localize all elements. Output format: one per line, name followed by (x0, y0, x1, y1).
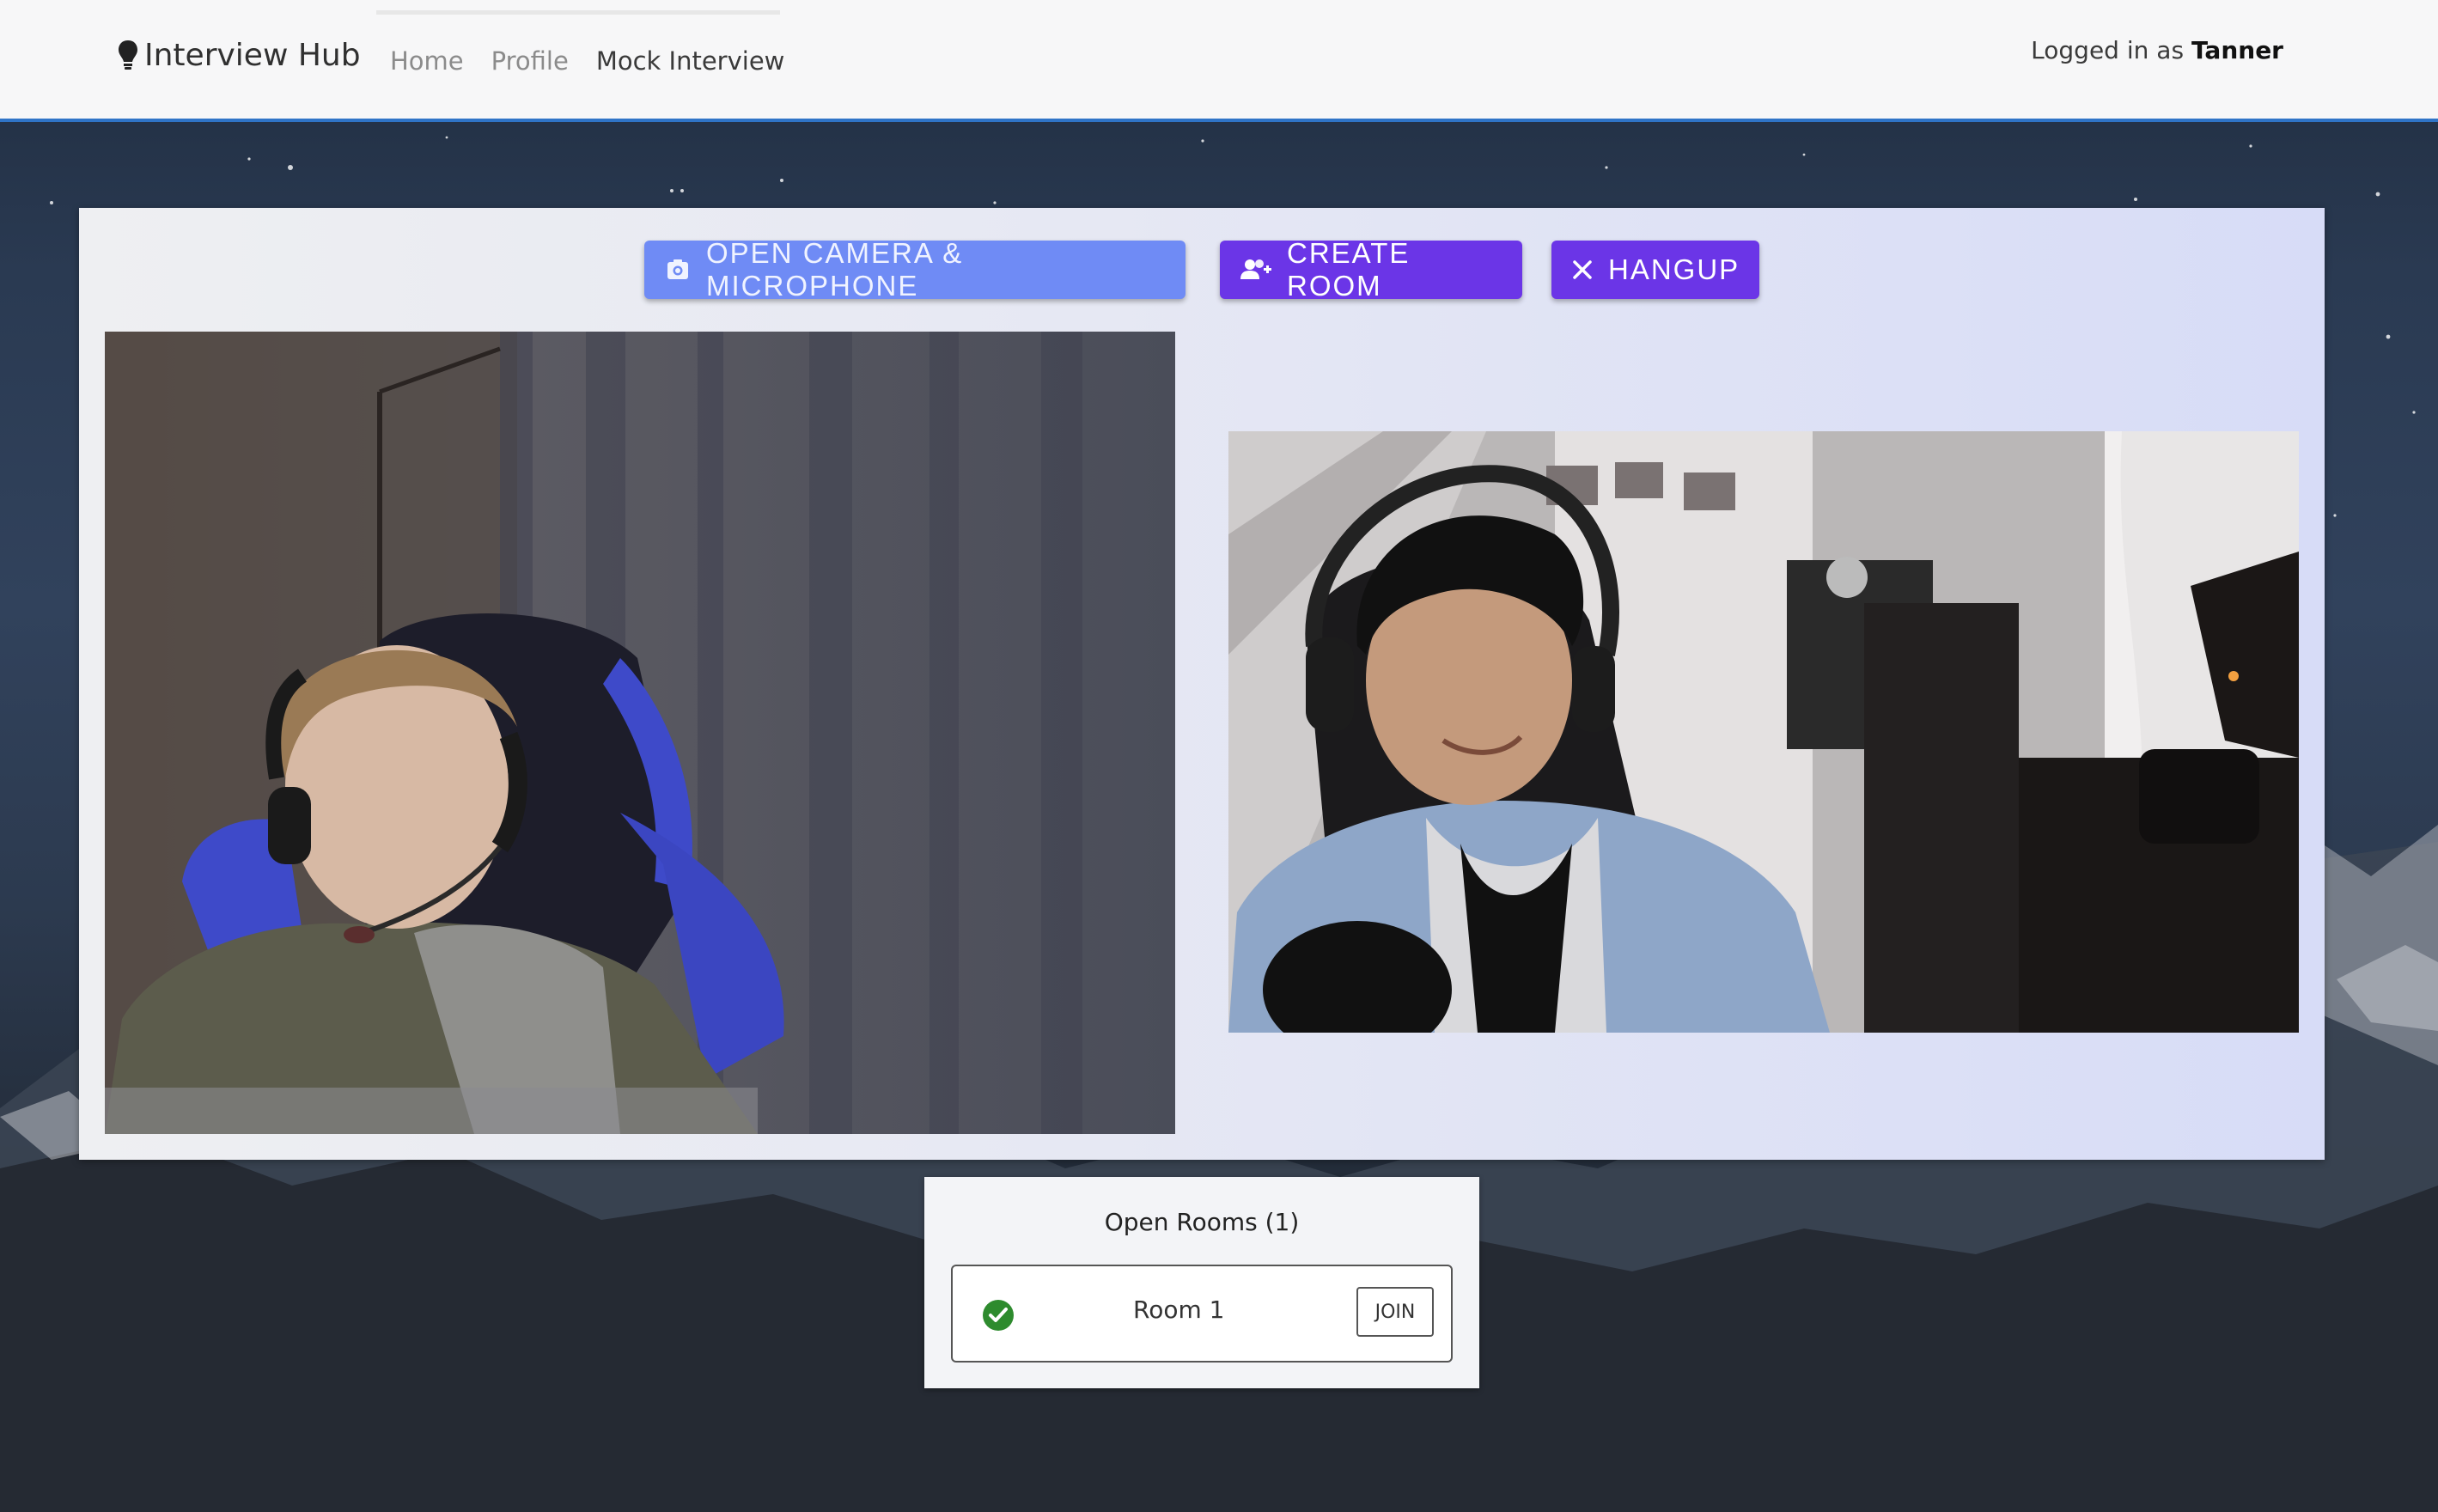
camera-icon (667, 259, 688, 279)
nav-home[interactable]: Home (390, 46, 464, 76)
open-camera-button[interactable]: OPEN CAMERA & MICROPHONE (644, 237, 1185, 302)
open-rooms-title: Open Rooms (1) (1104, 1208, 1300, 1236)
local-video-feed (105, 332, 1175, 1134)
open-rooms-card: Open Rooms (1) Room 1 JOIN (924, 1177, 1479, 1388)
username: Tanner (2191, 36, 2283, 64)
open-camera-label: OPEN CAMERA & MICROPHONE (706, 237, 964, 302)
lightbulb-icon (119, 40, 137, 70)
brand-name: Interview Hub (144, 38, 361, 73)
add-group-icon (1240, 259, 1271, 279)
nav-profile[interactable]: Profile (491, 46, 569, 76)
login-status: Logged in as Tanner (2031, 36, 2283, 64)
top-navbar: Interview Hub Home Profile Mock Intervie… (0, 0, 2438, 122)
room-name: Room 1 (1133, 1296, 1225, 1324)
create-room-label: CREATE ROOM (1287, 237, 1411, 302)
page-load-progress (376, 10, 780, 15)
room-list-item: Room 1 JOIN (951, 1265, 1453, 1363)
hangup-button[interactable]: HANGUP (1551, 241, 1759, 299)
brand-link[interactable]: Interview Hub (117, 38, 361, 73)
remote-video-feed (1228, 431, 2299, 1033)
create-room-button[interactable]: CREATE ROOM (1220, 237, 1522, 302)
hangup-label: HANGUP (1608, 253, 1740, 285)
close-icon (1573, 260, 1592, 279)
nav-mock-interview[interactable]: Mock Interview (596, 46, 785, 76)
check-circle-icon (983, 1300, 1014, 1331)
join-room-button[interactable]: JOIN (1356, 1287, 1434, 1337)
login-prefix: Logged in as (2031, 36, 2185, 64)
nav-links: Home Profile Mock Interview (390, 46, 784, 76)
video-call-panel: OPEN CAMERA & MICROPHONE CREATE ROOM HAN… (79, 208, 2325, 1160)
